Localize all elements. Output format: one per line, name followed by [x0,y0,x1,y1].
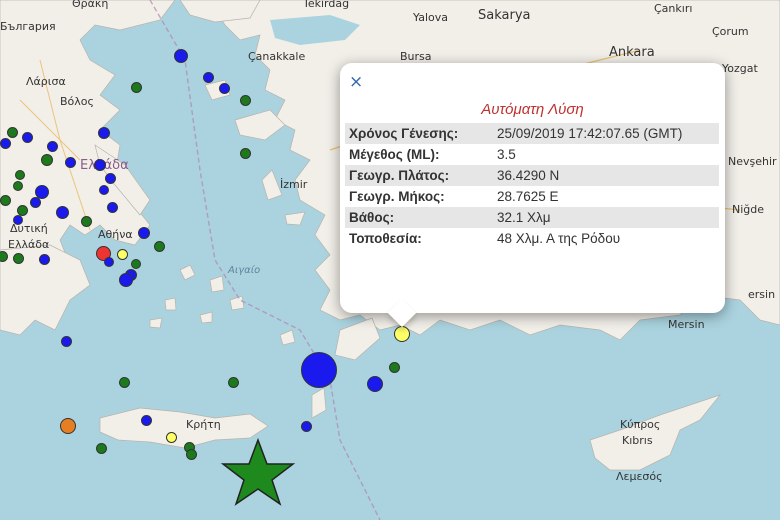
label-kriti: Κρήτη [186,418,221,431]
label-cankiri: Çankırı [654,2,693,15]
earthquake-marker[interactable] [64,156,76,168]
row-label: Τοποθεσία: [349,231,422,246]
label-volos: Βόλος [60,95,94,108]
earthquake-marker[interactable] [13,215,23,225]
earthquake-marker[interactable] [239,147,251,159]
earthquake-marker[interactable] [140,414,152,426]
label-bursa: Bursa [400,50,432,63]
earthquake-marker[interactable] [239,94,251,106]
earthquake-marker[interactable] [165,431,177,443]
earthquake-marker[interactable] [60,418,76,434]
earthquake-marker[interactable] [21,131,33,143]
earthquake-marker[interactable] [46,140,58,152]
label-ellada-west: Ελλάδα [8,238,50,251]
label-nigde: Niğde [732,203,765,216]
earthquake-marker[interactable] [367,376,383,392]
label-kypros: Κύπρος [620,418,661,431]
earthquake-marker[interactable] [13,181,23,191]
label-aigaio: Αιγαίο [228,265,261,276]
label-kibris: Kıbrıs [622,434,653,447]
earthquake-marker[interactable] [394,326,410,342]
map-canvas[interactable]: Θράκη Tekirdağ България Yalova Sakarya Ç… [0,0,780,520]
label-izmir: İzmir [280,178,308,191]
label-sakarya: Sakarya [478,8,531,23]
earthquake-marker[interactable] [98,127,110,139]
label-mersin: Mersin [668,318,705,331]
earthquake-marker[interactable] [131,259,141,269]
row-longitude: Γεωγρ. Μήκος: 28.7625 E [345,186,719,207]
label-larisa: Λάρισα [26,75,66,88]
row-depth: Βάθος: 32.1 Χλμ [345,207,719,228]
label-athina: Αθήνα [98,228,133,241]
label-ankara: Ankara [609,45,655,60]
close-icon[interactable]: × [349,72,363,92]
label-yalova: Yalova [413,11,448,24]
earthquake-marker[interactable] [116,248,128,260]
row-value: 25/09/2019 17:42:07.65 (GMT) [497,126,683,141]
epicenter-star-icon[interactable] [220,438,296,506]
earthquake-marker[interactable] [16,204,28,216]
earthquake-marker[interactable] [6,126,18,138]
earthquake-marker[interactable] [119,273,133,287]
row-latitude: Γεωγρ. Πλάτος: 36.4290 N [345,165,719,186]
earthquake-marker[interactable] [104,172,116,184]
earthquake-marker[interactable] [185,448,197,460]
earthquake-marker[interactable] [60,335,72,347]
earthquake-marker[interactable] [0,137,11,149]
row-value: 48 Χλμ. Α της Ρόδου [497,231,621,246]
row-magnitude: Μέγεθος (ML): 3.5 [345,144,719,165]
earthquake-marker[interactable] [202,71,214,83]
earthquake-marker[interactable] [106,201,118,213]
earthquake-marker[interactable] [41,154,53,166]
popup-title: Αυτόματη Λύση [481,101,584,118]
earthquake-marker[interactable] [227,376,239,388]
row-label: Γεωγρ. Μήκος: [349,189,445,204]
earthquake-marker[interactable] [15,170,25,180]
row-value: 28.7625 E [497,189,559,204]
label-bulgaria: България [0,20,56,33]
popup-details-table: Χρόνος Γένεσης: 25/09/2019 17:42:07.65 (… [345,123,719,249]
row-label: Μέγεθος (ML): [349,147,440,162]
row-value: 36.4290 N [497,168,560,183]
earthquake-marker[interactable] [94,159,106,171]
earthquake-marker[interactable] [118,376,130,388]
label-yozgat: Yozgat [722,62,758,75]
earthquake-marker[interactable] [104,257,114,267]
earthquake-marker[interactable] [218,82,230,94]
earthquake-marker[interactable] [99,185,109,195]
label-thraki: Θράκη [72,0,109,10]
earthquake-marker[interactable] [80,215,92,227]
label-canakkale: Çanakkale [248,50,306,63]
label-corum: Çorum [712,25,749,38]
row-origin-time: Χρόνος Γένεσης: 25/09/2019 17:42:07.65 (… [345,123,719,144]
earthquake-marker[interactable] [29,196,41,208]
row-value: 3.5 [497,147,516,162]
earthquake-marker[interactable] [153,240,165,252]
earthquake-marker[interactable] [301,352,337,388]
row-label: Βάθος: [349,210,395,225]
earthquake-marker[interactable] [55,205,69,219]
earthquake-marker[interactable] [12,252,24,264]
earthquake-marker[interactable] [174,49,188,63]
earthquake-marker[interactable] [388,361,400,373]
label-nevsehir: Nevşehir [728,155,777,168]
label-ersin: ersin [748,288,776,301]
earthquake-marker[interactable] [38,253,50,265]
earthquake-marker[interactable] [95,442,107,454]
label-lemesos: Λεμεσός [616,470,663,483]
row-label: Γεωγρ. Πλάτος: [349,168,450,183]
row-label: Χρόνος Γένεσης: [349,126,459,141]
earthquake-marker[interactable] [138,227,150,239]
row-value: 32.1 Χλμ [497,210,551,225]
earthquake-marker[interactable] [0,194,11,206]
earthquake-marker[interactable] [130,81,142,93]
row-location: Τοποθεσία: 48 Χλμ. Α της Ρόδου [345,228,719,249]
earthquake-marker[interactable] [0,250,8,262]
earthquake-info-popup: × Αυτόματη Λύση Χρόνος Γένεσης: 25/09/20… [340,63,725,328]
earthquake-marker[interactable] [300,420,312,432]
label-tekirdag: Tekirdağ [303,0,350,10]
